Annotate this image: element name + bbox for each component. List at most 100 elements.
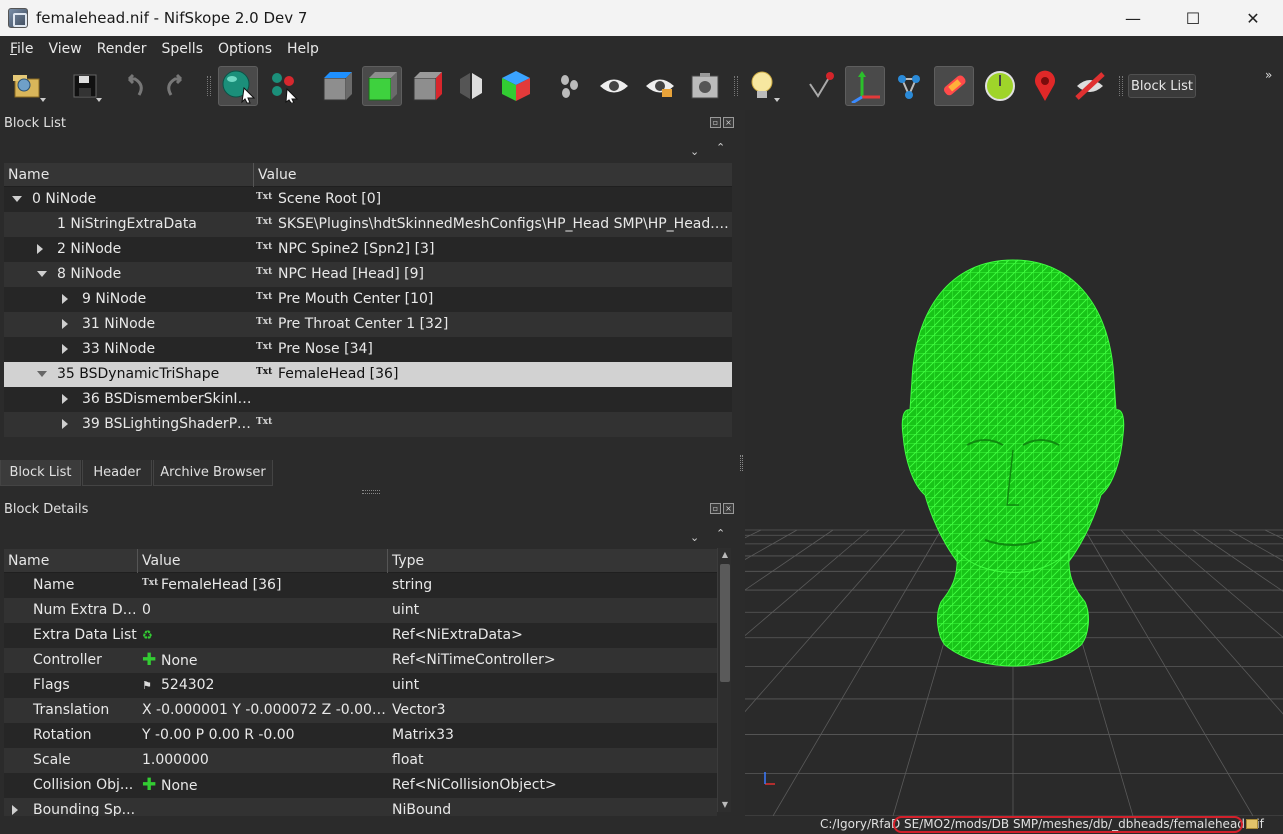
show-connections-button[interactable] [889,66,929,106]
undo-button[interactable] [114,66,154,106]
show-axes-button[interactable] [800,66,840,106]
detail-row[interactable]: Flags ⚑ 524302 uint [4,673,717,698]
field-value[interactable]: 1.000000 [142,752,209,768]
refresh-list-icon[interactable]: ♻ [142,623,161,648]
show-eye-button[interactable] [594,66,634,106]
field-value[interactable]: None [161,778,198,794]
view-user-button[interactable] [451,66,491,106]
view-front-button[interactable] [362,66,402,106]
expand-all-icon[interactable]: ⌄ [690,145,699,158]
expand-arrow-icon[interactable] [12,196,22,202]
save-button[interactable] [64,66,104,106]
block-details-float-icon[interactable]: ▫ [710,503,721,514]
scroll-thumb[interactable] [720,564,730,682]
field-value[interactable]: 0 [142,602,151,618]
maximize-button[interactable]: ☐ [1163,0,1223,36]
field-value[interactable]: 524302 [161,677,214,693]
field-value[interactable]: Y -0.00 P 0.00 R -0.00 [142,727,295,743]
details-scrollbar[interactable]: ▲ ▼ [717,548,731,812]
tab-archive-browser[interactable]: Archive Browser [153,460,273,486]
select-vertex-button[interactable] [264,66,304,106]
detail-row[interactable]: Bounding Sp... NiBound [4,798,717,816]
show-constraints-button[interactable] [934,66,974,106]
menu-help[interactable]: Help [287,41,319,57]
block-list-row[interactable]: 36 BSDismemberSkinIn... [4,387,732,412]
scroll-up-icon[interactable]: ▲ [718,548,732,562]
detail-row[interactable]: Extra Data List ♻ Ref<NiExtraData> [4,623,717,648]
block-list-close-icon[interactable]: × [723,117,734,128]
close-button[interactable]: ✕ [1223,0,1283,36]
expand-arrow-icon[interactable] [12,805,18,815]
dock-splitter-handle[interactable] [362,490,380,494]
screenshot-button[interactable] [685,66,725,106]
collapse-arrow-icon[interactable] [62,394,68,404]
menu-render[interactable]: Render [97,41,147,57]
view-top-button[interactable] [317,66,357,106]
menu-options[interactable]: Options [218,41,272,57]
open-button[interactable] [8,66,48,106]
detail-row[interactable]: Num Extra Da... 0 uint [4,598,717,623]
lighting-button[interactable] [742,66,782,106]
detail-row[interactable]: Scale 1.000000 float [4,748,717,773]
collapse-arrow-icon[interactable] [62,294,68,304]
expand-arrow-icon[interactable] [37,271,47,277]
block-list-row[interactable]: 39 BSLightingShaderPr... Txt [4,412,732,437]
menu-view[interactable]: View [48,41,81,57]
redo-button[interactable] [156,66,196,106]
show-nodes-button[interactable] [550,66,590,106]
field-value[interactable]: X -0.000001 Y -0.000072 Z -0.000015 [142,702,388,718]
show-gizmo-button[interactable] [845,66,885,106]
block-list-row[interactable]: 1 NiStringExtraData Txt SKSE\Plugins\hdtSk… [4,212,732,237]
column-name[interactable]: Name [4,549,138,573]
show-pins-button[interactable] [1025,66,1065,106]
show-eye-alt-button[interactable] [640,66,680,106]
collapse-arrow-icon[interactable] [37,244,43,254]
expand-arrow-icon[interactable] [37,371,47,377]
view-walk-button[interactable] [496,66,536,106]
collapse-arrow-icon[interactable] [62,344,68,354]
tab-header[interactable]: Header [82,460,152,486]
tab-block-list[interactable]: Block List [0,460,81,486]
hide-collision-button[interactable] [1070,66,1110,106]
details-collapse-all-icon[interactable]: ⌃ [716,527,725,540]
toolbar-overflow-icon[interactable]: » [1265,68,1272,82]
add-link-icon[interactable]: ✚ [142,773,161,798]
block-list-row[interactable]: 9 NiNode Txt Pre Mouth Center [10] [4,287,732,312]
column-value[interactable]: Value [138,549,388,573]
detail-row[interactable]: Rotation Y -0.00 P 0.00 R -0.00 Matrix33 [4,723,717,748]
block-list-row[interactable]: 33 NiNode Txt Pre Nose [34] [4,337,732,362]
scroll-down-icon[interactable]: ▼ [718,798,732,812]
detail-row[interactable]: Name Txt FemaleHead [36] string [4,573,717,598]
block-list-row[interactable]: 35 BSDynamicTriShape Txt FemaleHead [36] [4,362,732,387]
add-link-icon[interactable]: ✚ [142,648,161,673]
column-name[interactable]: Name [4,163,254,187]
block-list-row[interactable]: 31 NiNode Txt Pre Throat Center 1 [32] [4,312,732,337]
folder-icon[interactable] [1246,819,1258,829]
show-markers-button[interactable] [980,66,1020,106]
field-value[interactable]: None [161,653,198,669]
column-value[interactable]: Value [254,163,732,187]
details-expand-all-icon[interactable]: ⌄ [690,531,699,544]
menu-file[interactable]: File [10,41,33,57]
collapse-arrow-icon[interactable] [62,319,68,329]
minimize-button[interactable]: — [1103,0,1163,36]
block-list-row[interactable]: 0 NiNode Txt Scene Root [0] [4,187,732,212]
block-list-toolbar-button[interactable]: Block List [1128,74,1196,98]
view-side-button[interactable] [407,66,447,106]
select-object-button[interactable] [218,66,258,106]
field-value[interactable]: FemaleHead [36] [161,577,281,593]
render-viewport[interactable] [745,110,1283,816]
detail-row[interactable]: Controller ✚ None Ref<NiTimeController> [4,648,717,673]
viewport-splitter-handle[interactable] [740,455,743,471]
collapse-arrow-icon[interactable] [62,419,68,429]
block-details-close-icon[interactable]: × [723,503,734,514]
menu-spells[interactable]: Spells [162,41,203,57]
block-list-float-icon[interactable]: ▫ [710,117,721,128]
flags-editor-icon[interactable]: ⚑ [142,673,161,698]
collapse-all-icon[interactable]: ⌃ [716,141,725,154]
block-list-row[interactable]: 2 NiNode Txt NPC Spine2 [Spn2] [3] [4,237,732,262]
column-type[interactable]: Type [388,549,717,573]
block-list-row[interactable]: 8 NiNode Txt NPC Head [Head] [9] [4,262,732,287]
detail-row[interactable]: Translation X -0.000001 Y -0.000072 Z -0.… [4,698,717,723]
detail-row[interactable]: Collision Obj... ✚ None Ref<NiCollisionObje… [4,773,717,798]
